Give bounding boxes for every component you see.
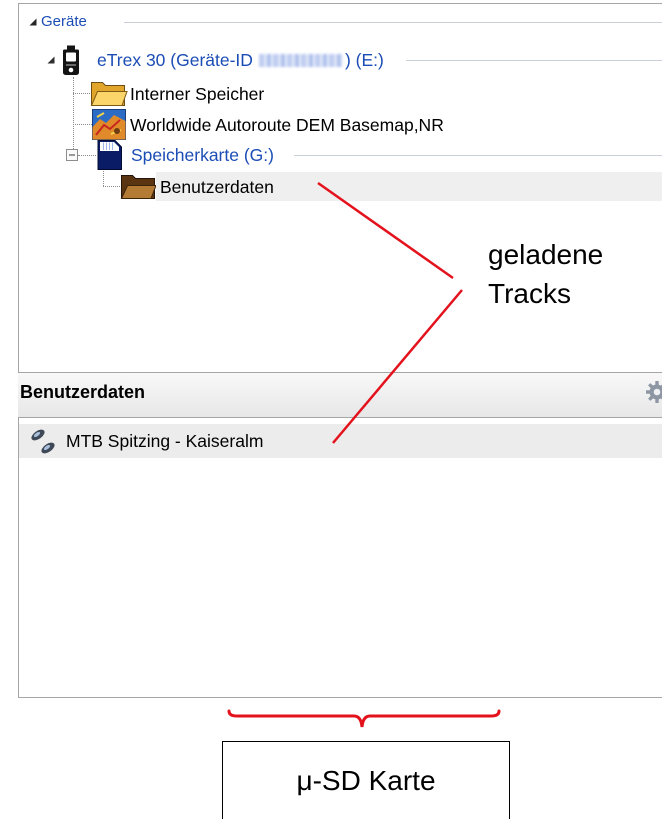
user-data-header: Benutzerdaten xyxy=(18,373,662,417)
list-item[interactable]: MTB Spitzing - Kaiseralm xyxy=(19,424,662,458)
device-label: eTrex 30 (Geräte-ID xyxy=(97,50,253,70)
tree-node-label: Interner Speicher xyxy=(130,83,265,104)
brace-under-panel xyxy=(227,709,501,728)
group-separator-line xyxy=(405,59,662,61)
tree-node-memory-card[interactable]: Speicherkarte (G:) xyxy=(66,139,662,171)
track-footprints-icon xyxy=(27,426,58,457)
collapse-minus-icon[interactable] xyxy=(66,149,78,161)
expand-triangle-icon[interactable] xyxy=(29,18,37,26)
tree-connector-line xyxy=(73,124,92,125)
tree-connector-line xyxy=(78,154,96,156)
device-id-blurred xyxy=(258,53,343,67)
tree-node-user-data[interactable]: Benutzerdaten xyxy=(120,172,662,201)
map-icon xyxy=(92,109,126,140)
tree-connector-line xyxy=(103,186,120,187)
panel-title: Benutzerdaten xyxy=(20,382,146,402)
tree-node-devices[interactable]: Geräte xyxy=(29,13,662,31)
gps-device-icon xyxy=(62,44,80,76)
tree-connector-line xyxy=(73,93,90,94)
sd-card-icon xyxy=(96,139,123,171)
tree-node-label: Benutzerdaten xyxy=(160,176,274,197)
tree-node-basemap[interactable]: Worldwide Autoroute DEM Basemap,NR xyxy=(92,109,444,140)
tree-root-label: Geräte xyxy=(41,13,87,30)
selection-highlight: Benutzerdaten xyxy=(156,172,662,201)
device-tree-panel: Geräte eTrex 30 (Geräte-ID ) (E:) Intern… xyxy=(18,3,662,373)
gear-icon[interactable] xyxy=(641,380,662,406)
folder-icon xyxy=(90,80,128,107)
tree-node-label: Worldwide Autoroute DEM Basemap,NR xyxy=(130,114,444,135)
group-separator-line xyxy=(293,154,662,156)
callout-label-line: Tracks xyxy=(488,278,571,309)
tree-node-internal-storage[interactable]: Interner Speicher xyxy=(90,80,264,107)
group-separator-line xyxy=(123,21,662,23)
folder-icon xyxy=(120,173,157,200)
user-data-list: MTB Spitzing - Kaiseralm xyxy=(18,417,662,698)
tree-node-device[interactable]: eTrex 30 (Geräte-ID ) (E:) xyxy=(47,44,662,76)
expand-triangle-icon[interactable] xyxy=(47,56,55,64)
tree-connector-line xyxy=(103,171,104,186)
card-label-box: μ-SD Karte xyxy=(222,741,510,819)
tree-node-label: Speicherkarte (G:) xyxy=(131,145,274,165)
track-name: MTB Spitzing - Kaiseralm xyxy=(66,431,264,451)
callout-label-line: geladene xyxy=(488,239,604,270)
card-label: μ-SD Karte xyxy=(296,764,436,796)
device-label-suffix: ) (E:) xyxy=(344,50,384,70)
